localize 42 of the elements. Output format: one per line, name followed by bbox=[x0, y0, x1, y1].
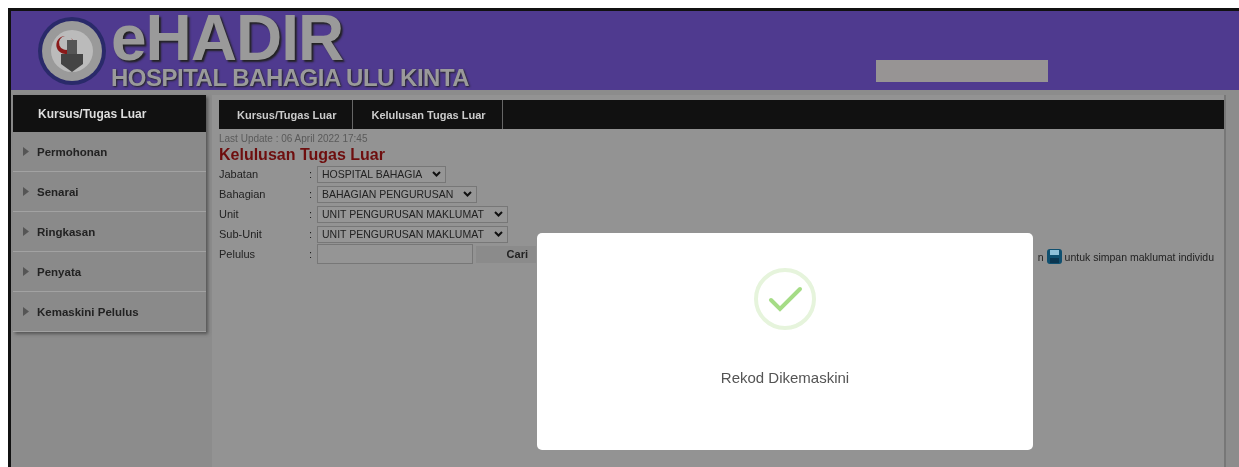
dropdown[interactable]: BAHAGIAN PENGURUSAN bbox=[317, 185, 478, 203]
chevron-icon bbox=[493, 231, 503, 237]
dropdown[interactable]: HOSPITAL BAHAGIA bbox=[317, 165, 447, 183]
save-icon[interactable] bbox=[1045, 248, 1063, 265]
triangle-icon bbox=[23, 267, 29, 276]
chevron-icon bbox=[493, 211, 503, 217]
dropdown[interactable]: UNIT PENGURUSAN MAKLUMAT bbox=[317, 225, 508, 243]
field-label: Unit bbox=[219, 208, 240, 220]
dialog-message: Rekod Dikemaskini bbox=[720, 369, 850, 386]
sidebar-item[interactable]: Kemaskini Pelulus bbox=[13, 292, 206, 332]
triangle-icon bbox=[23, 227, 29, 236]
field-label: Jabatan bbox=[219, 168, 260, 180]
field-label: Sub-Unit bbox=[219, 228, 263, 240]
dropdown[interactable]: UNIT PENGURUSAN MAKLUMAT bbox=[317, 205, 508, 223]
breadcrumb-link[interactable]: Kelulusan Tugas Luar bbox=[353, 100, 503, 129]
field-label: Bahagian bbox=[219, 188, 267, 200]
hospital-logo bbox=[37, 15, 107, 86]
breadcrumb-link[interactable]: Kursus/Tugas Luar bbox=[219, 100, 354, 129]
field-label: Pelulus bbox=[219, 248, 257, 260]
search-button[interactable]: Cari bbox=[476, 245, 536, 263]
chevron-icon bbox=[463, 191, 473, 197]
hospital-name: HOSPITAL BAHAGIA ULU KINTA bbox=[111, 64, 470, 91]
hint-text: untuk simpan maklumat individu bbox=[1064, 250, 1214, 263]
colon: : bbox=[309, 188, 314, 200]
sidebar-item[interactable]: Permohonan bbox=[13, 132, 206, 172]
app-name: eHADIR bbox=[111, 10, 345, 65]
sidebar-item[interactable]: Senarai bbox=[13, 172, 206, 212]
triangle-icon bbox=[23, 147, 29, 156]
hint-text: n bbox=[1037, 250, 1044, 263]
colon: : bbox=[309, 208, 314, 220]
checkmark-icon bbox=[753, 267, 817, 331]
colon: : bbox=[309, 248, 314, 260]
sidebar-item[interactable]: Ringkasan bbox=[13, 212, 206, 252]
colon: : bbox=[309, 168, 314, 180]
colon: : bbox=[309, 228, 314, 240]
triangle-icon bbox=[23, 187, 29, 196]
input-field[interactable] bbox=[317, 244, 473, 264]
sidebar-title: Kursus/Tugas Luar bbox=[13, 95, 206, 132]
chevron-icon bbox=[432, 171, 442, 177]
sidebar-item[interactable]: Penyata bbox=[13, 252, 206, 292]
page-title: Kelulusan Tugas Luar bbox=[219, 146, 386, 164]
triangle-icon bbox=[23, 307, 29, 316]
